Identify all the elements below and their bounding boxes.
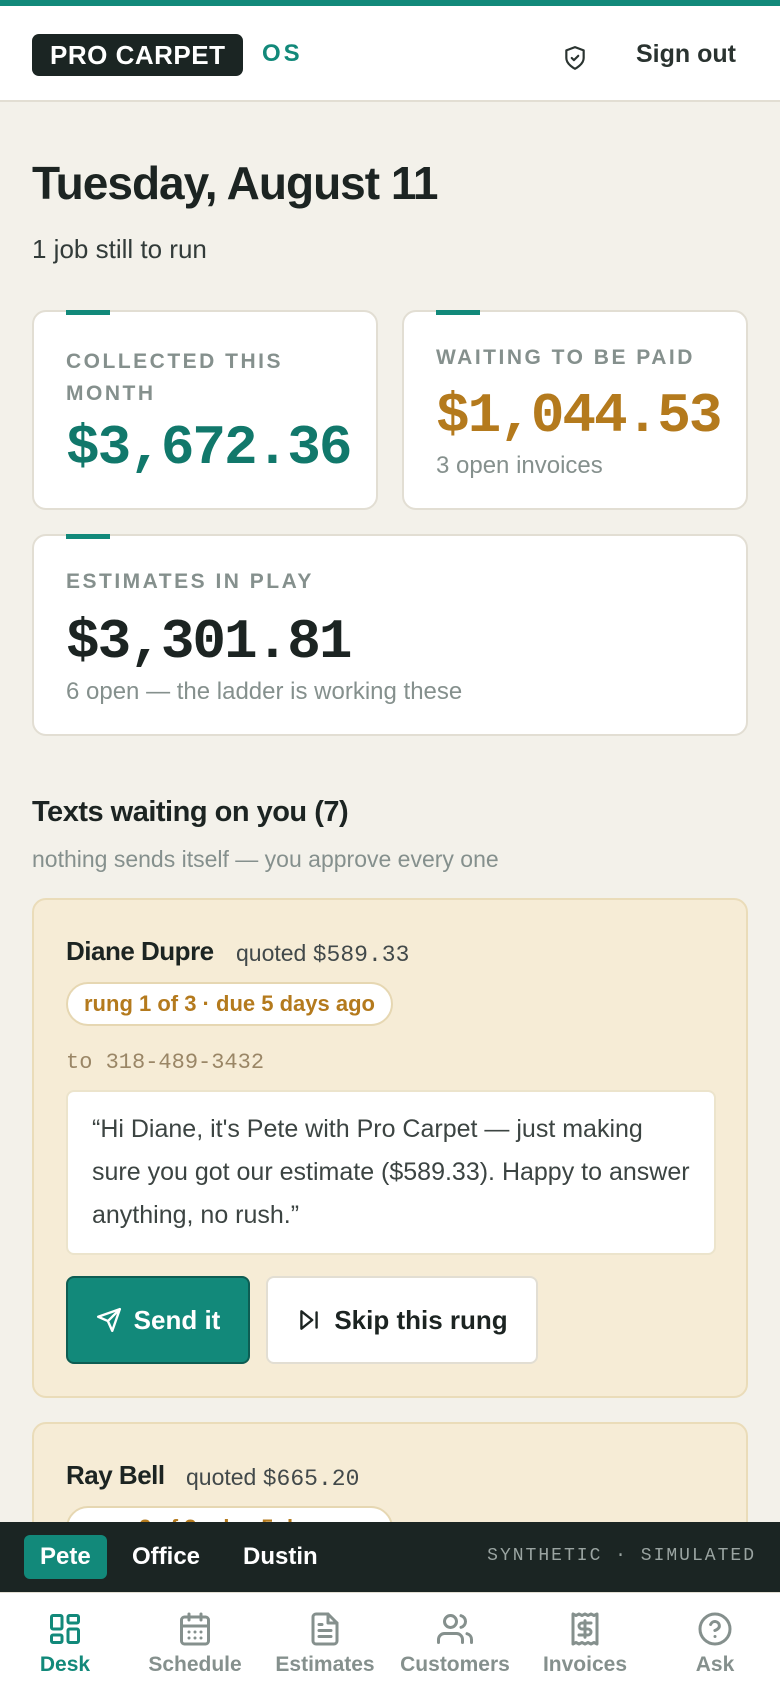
customer-name: Ray Bell (66, 1460, 165, 1490)
stat-card-waiting: WAITING TO BE PAID $1,044.53 3 open invo… (402, 310, 748, 510)
texts-section-title: Texts waiting on you (7) (32, 796, 349, 828)
stat-label: ESTIMATES IN PLAY (66, 570, 314, 593)
nav-schedule[interactable]: Schedule (130, 1593, 260, 1688)
document-icon (311, 1612, 339, 1646)
nav-ask[interactable]: Ask (650, 1593, 780, 1688)
calendar-icon (180, 1612, 210, 1646)
nav-desk[interactable]: Desk (0, 1593, 130, 1688)
brand-logo[interactable]: PRO CARPET (32, 34, 244, 76)
stat-value: $1,044.53 (436, 384, 722, 448)
stat-note: 6 open — the ladder is working these (66, 678, 463, 705)
send-icon (96, 1307, 121, 1333)
role-pete[interactable]: Pete (24, 1535, 107, 1579)
stat-card-estimates: ESTIMATES IN PLAY $3,301.81 6 open — the… (32, 534, 748, 736)
quoted-prefix: quoted (186, 1464, 257, 1490)
card-accent (66, 534, 110, 539)
stat-value: $3,672.36 (66, 416, 352, 480)
quote-info: quoted $665.20 (186, 1464, 359, 1492)
text-task-card: Diane Dupre quoted $589.33 rung 1 of 3 ·… (32, 898, 748, 1398)
send-button-label: Send it (133, 1304, 221, 1335)
skip-button-label: Skip this rung (334, 1304, 508, 1335)
stat-note: 3 open invoices (436, 452, 603, 479)
receipt-icon (571, 1612, 599, 1646)
stat-value: $3,301.81 (66, 610, 352, 674)
nav-label: Schedule (148, 1653, 242, 1676)
brand-logo-suffix: OS (262, 40, 303, 67)
quoted-amount: $665.20 (262, 1466, 360, 1492)
page-title: Tuesday, August 11 (32, 157, 438, 209)
card-accent (66, 310, 110, 315)
nav-label: Estimates (275, 1653, 375, 1676)
rung-badge: rung 1 of 3 · due 5 days ago (66, 982, 393, 1026)
nav-label: Customers (400, 1653, 510, 1676)
app-header: PRO CARPET OS Sign out (0, 6, 780, 102)
bottom-nav: Desk Schedule Estimates Customers Invoic… (0, 1592, 780, 1688)
nav-label: Ask (695, 1653, 735, 1676)
role-switcher-bar: Pete Office Dustin SYNTHETIC · SIMULATED (0, 1522, 780, 1592)
shield-icon[interactable] (562, 44, 588, 72)
card-accent (436, 310, 480, 315)
help-icon (698, 1612, 732, 1646)
stat-card-collected: COLLECTED THIS MONTH $3,672.36 (32, 310, 378, 510)
sign-out-button[interactable]: Sign out (636, 40, 736, 69)
recipient-phone: to 318-489-3432 (66, 1050, 265, 1075)
stat-label: COLLECTED THIS MONTH (66, 350, 283, 405)
texts-section-subtitle: nothing sends itself — you approve every… (32, 846, 499, 872)
skip-rung-button[interactable]: Skip this rung (266, 1276, 538, 1364)
customer-name: Diane Dupre (66, 936, 214, 966)
nav-label: Desk (39, 1653, 91, 1676)
page-subtitle: 1 job still to run (32, 234, 207, 264)
synthetic-tag: SYNTHETIC · SIMULATED (487, 1546, 756, 1566)
quoted-prefix: quoted (236, 940, 307, 966)
send-button[interactable]: Send it (66, 1276, 250, 1364)
nav-invoices[interactable]: Invoices (520, 1593, 650, 1688)
quoted-amount: $589.33 (312, 942, 410, 968)
nav-label: Invoices (542, 1653, 628, 1676)
nav-estimates[interactable]: Estimates (260, 1593, 390, 1688)
message-preview: “Hi Diane, it's Pete with Pro Carpet — j… (66, 1090, 716, 1255)
stat-label: WAITING TO BE PAID (436, 346, 695, 369)
skip-forward-icon (300, 1310, 319, 1330)
users-icon (437, 1614, 473, 1644)
nav-customers[interactable]: Customers (390, 1593, 520, 1688)
role-office[interactable]: Office (132, 1535, 200, 1579)
quote-info: quoted $589.33 (236, 940, 409, 968)
grid-icon (50, 1614, 80, 1644)
role-dustin[interactable]: Dustin (243, 1535, 318, 1579)
